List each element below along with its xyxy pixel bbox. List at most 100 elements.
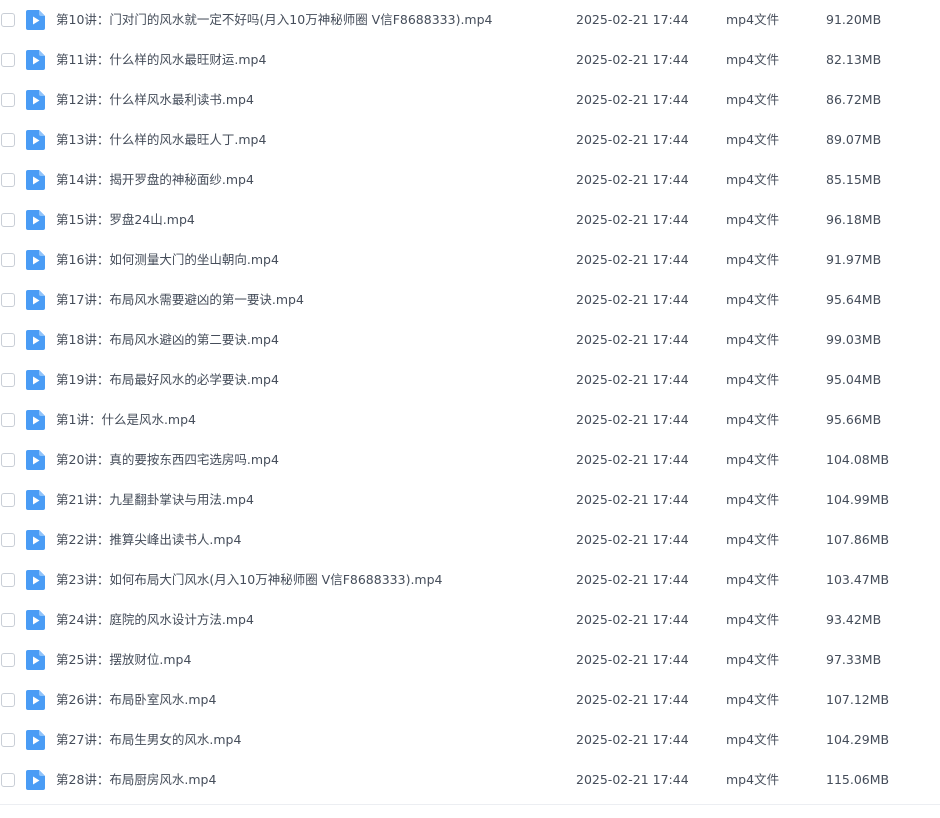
file-type: mp4文件 [726, 412, 780, 427]
file-row[interactable]: 第21讲：九星翻卦掌诀与用法.mp4 2025-02-21 17:44 mp4文… [0, 480, 940, 520]
file-name[interactable]: 第22讲：推算尖峰出读书人.mp4 [56, 531, 241, 549]
row-checkbox[interactable] [1, 573, 15, 587]
video-file-icon [26, 330, 45, 350]
file-type: mp4文件 [726, 52, 780, 67]
file-type: mp4文件 [726, 332, 780, 347]
file-row[interactable]: 第23讲：如何布局大门风水(月入10万神秘师圈 V信F8688333).mp4 … [0, 560, 940, 600]
file-row[interactable]: 第22讲：推算尖峰出读书人.mp4 2025-02-21 17:44 mp4文件… [0, 520, 940, 560]
file-type: mp4文件 [726, 732, 780, 747]
file-row[interactable]: 第20讲：真的要按东西四宅选房吗.mp4 2025-02-21 17:44 mp… [0, 440, 940, 480]
row-checkbox[interactable] [1, 693, 15, 707]
file-row[interactable]: 第14讲：揭开罗盘的神秘面纱.mp4 2025-02-21 17:44 mp4文… [0, 160, 940, 200]
file-name[interactable]: 第24讲：庭院的风水设计方法.mp4 [56, 611, 254, 629]
video-file-icon [26, 570, 45, 590]
file-row[interactable]: 第18讲：布局风水避凶的第二要诀.mp4 2025-02-21 17:44 mp… [0, 320, 940, 360]
file-name[interactable]: 第14讲：揭开罗盘的神秘面纱.mp4 [56, 171, 254, 189]
row-checkbox[interactable] [1, 133, 15, 147]
file-modified-date: 2025-02-21 17:44 [576, 332, 689, 347]
file-row[interactable]: 第28讲：布局厨房风水.mp4 2025-02-21 17:44 mp4文件 1… [0, 760, 940, 800]
file-type: mp4文件 [726, 492, 780, 507]
file-modified-date: 2025-02-21 17:44 [576, 372, 689, 387]
file-modified-date: 2025-02-21 17:44 [576, 12, 689, 27]
file-row[interactable]: 第24讲：庭院的风水设计方法.mp4 2025-02-21 17:44 mp4文… [0, 600, 940, 640]
row-checkbox[interactable] [1, 653, 15, 667]
row-checkbox[interactable] [1, 613, 15, 627]
file-name[interactable]: 第13讲：什么样的风水最旺人丁.mp4 [56, 131, 266, 149]
row-checkbox[interactable] [1, 173, 15, 187]
row-checkbox[interactable] [1, 733, 15, 747]
file-name[interactable]: 第18讲：布局风水避凶的第二要诀.mp4 [56, 331, 279, 349]
file-size: 104.29MB [826, 732, 890, 747]
file-name[interactable]: 第1讲：什么是风水.mp4 [56, 411, 196, 429]
file-type: mp4文件 [726, 452, 780, 467]
row-checkbox[interactable] [1, 453, 15, 467]
file-name[interactable]: 第26讲：布局卧室风水.mp4 [56, 691, 216, 709]
row-checkbox[interactable] [1, 413, 15, 427]
file-name[interactable]: 第21讲：九星翻卦掌诀与用法.mp4 [56, 491, 254, 509]
file-type: mp4文件 [726, 92, 780, 107]
file-name[interactable]: 第28讲：布局厨房风水.mp4 [56, 771, 216, 789]
row-checkbox[interactable] [1, 293, 15, 307]
file-row[interactable]: 第11讲：什么样的风水最旺财运.mp4 2025-02-21 17:44 mp4… [0, 40, 940, 80]
row-checkbox[interactable] [1, 773, 15, 787]
row-checkbox[interactable] [1, 53, 15, 67]
file-size: 107.12MB [826, 692, 890, 707]
row-checkbox[interactable] [1, 373, 15, 387]
file-modified-date: 2025-02-21 17:44 [576, 452, 689, 467]
video-file-icon [26, 410, 45, 430]
row-checkbox[interactable] [1, 13, 15, 27]
file-size: 86.72MB [826, 92, 882, 107]
file-size: 91.97MB [826, 252, 882, 267]
file-row[interactable]: 第26讲：布局卧室风水.mp4 2025-02-21 17:44 mp4文件 1… [0, 680, 940, 720]
file-name[interactable]: 第11讲：什么样的风水最旺财运.mp4 [56, 51, 266, 69]
file-name[interactable]: 第17讲：布局风水需要避凶的第一要诀.mp4 [56, 291, 304, 309]
file-size: 104.08MB [826, 452, 890, 467]
video-file-icon [26, 450, 45, 470]
row-checkbox[interactable] [1, 213, 15, 227]
row-checkbox[interactable] [1, 253, 15, 267]
file-row[interactable]: 第1讲：什么是风水.mp4 2025-02-21 17:44 mp4文件 95.… [0, 400, 940, 440]
file-type: mp4文件 [726, 292, 780, 307]
file-type: mp4文件 [726, 532, 780, 547]
file-row[interactable]: 第13讲：什么样的风水最旺人丁.mp4 2025-02-21 17:44 mp4… [0, 120, 940, 160]
row-checkbox[interactable] [1, 533, 15, 547]
file-size: 95.66MB [826, 412, 882, 427]
row-checkbox[interactable] [1, 493, 15, 507]
file-type: mp4文件 [726, 132, 780, 147]
file-name[interactable]: 第15讲：罗盘24山.mp4 [56, 211, 195, 229]
file-modified-date: 2025-02-21 17:44 [576, 572, 689, 587]
video-file-icon [26, 650, 45, 670]
video-file-icon [26, 90, 45, 110]
file-size: 91.20MB [826, 12, 882, 27]
file-row[interactable]: 第15讲：罗盘24山.mp4 2025-02-21 17:44 mp4文件 96… [0, 200, 940, 240]
file-row[interactable]: 第12讲：什么样风水最利读书.mp4 2025-02-21 17:44 mp4文… [0, 80, 940, 120]
video-file-icon [26, 170, 45, 190]
file-modified-date: 2025-02-21 17:44 [576, 732, 689, 747]
file-modified-date: 2025-02-21 17:44 [576, 172, 689, 187]
file-row[interactable]: 第16讲：如何测量大门的坐山朝向.mp4 2025-02-21 17:44 mp… [0, 240, 940, 280]
file-name[interactable]: 第25讲：摆放财位.mp4 [56, 651, 191, 669]
file-type: mp4文件 [726, 372, 780, 387]
row-checkbox[interactable] [1, 333, 15, 347]
file-name[interactable]: 第20讲：真的要按东西四宅选房吗.mp4 [56, 451, 279, 469]
file-row[interactable]: 第27讲：布局生男女的风水.mp4 2025-02-21 17:44 mp4文件… [0, 720, 940, 760]
video-file-icon [26, 10, 45, 30]
file-name[interactable]: 第10讲：门对门的风水就一定不好吗(月入10万神秘师圈 V信F8688333).… [56, 11, 493, 29]
file-size: 99.03MB [826, 332, 882, 347]
video-file-icon [26, 610, 45, 630]
file-size: 95.64MB [826, 292, 882, 307]
file-row[interactable]: 第25讲：摆放财位.mp4 2025-02-21 17:44 mp4文件 97.… [0, 640, 940, 680]
video-file-icon [26, 250, 45, 270]
file-name[interactable]: 第27讲：布局生男女的风水.mp4 [56, 731, 241, 749]
file-modified-date: 2025-02-21 17:44 [576, 212, 689, 227]
file-row[interactable]: 第10讲：门对门的风水就一定不好吗(月入10万神秘师圈 V信F8688333).… [0, 0, 940, 40]
file-name[interactable]: 第23讲：如何布局大门风水(月入10万神秘师圈 V信F8688333).mp4 [56, 571, 443, 589]
file-row[interactable]: 第19讲：布局最好风水的必学要诀.mp4 2025-02-21 17:44 mp… [0, 360, 940, 400]
row-checkbox[interactable] [1, 93, 15, 107]
file-name[interactable]: 第12讲：什么样风水最利读书.mp4 [56, 91, 254, 109]
file-name[interactable]: 第16讲：如何测量大门的坐山朝向.mp4 [56, 251, 279, 269]
file-row[interactable]: 第17讲：布局风水需要避凶的第一要诀.mp4 2025-02-21 17:44 … [0, 280, 940, 320]
video-file-icon [26, 490, 45, 510]
file-name[interactable]: 第19讲：布局最好风水的必学要诀.mp4 [56, 371, 279, 389]
file-modified-date: 2025-02-21 17:44 [576, 772, 689, 787]
